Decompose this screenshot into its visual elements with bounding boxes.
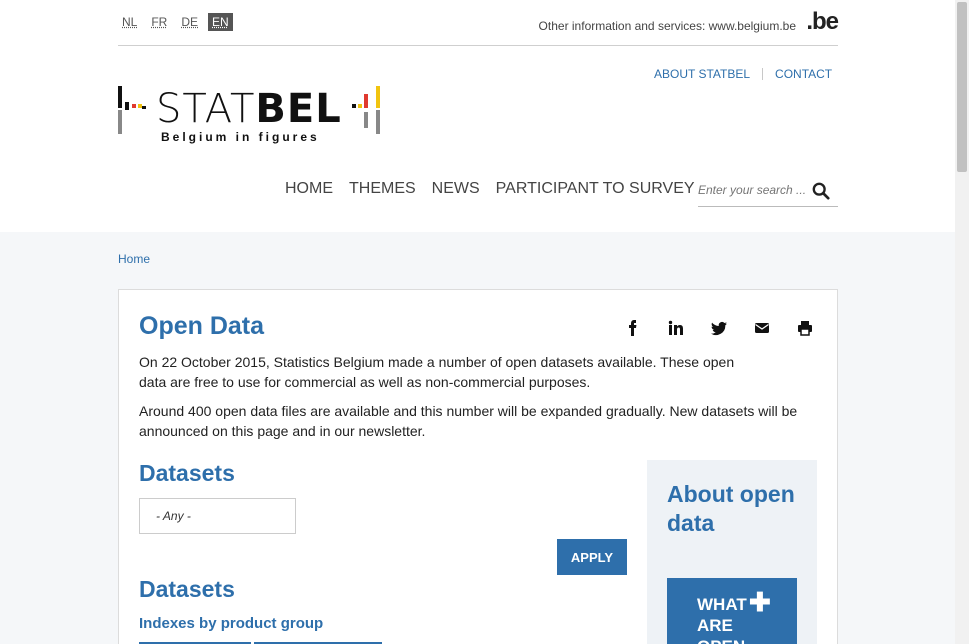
breadcrumb-home[interactable]: Home bbox=[118, 252, 150, 266]
page-title: Open Data bbox=[139, 312, 265, 340]
scrollbar-thumb[interactable] bbox=[957, 2, 967, 172]
facebook-icon[interactable] bbox=[625, 320, 641, 336]
datasets-heading: Datasets bbox=[139, 460, 235, 486]
nav-home[interactable]: HOME bbox=[285, 180, 333, 198]
lang-nl[interactable]: NL bbox=[118, 13, 141, 31]
search-icon[interactable] bbox=[812, 182, 830, 200]
apply-button[interactable]: Apply bbox=[557, 539, 627, 575]
page-scrollbar[interactable] bbox=[955, 0, 969, 644]
datasets-heading-2: Datasets bbox=[139, 576, 235, 602]
top-bar: NL FR DE EN Other information and servic… bbox=[118, 0, 839, 46]
be-logo[interactable]: .be bbox=[806, 8, 839, 36]
belgium-link[interactable]: Other information and services: www.belg… bbox=[539, 19, 796, 33]
intro-paragraph-1: On 22 October 2015, Statistics Belgium m… bbox=[139, 354, 735, 390]
logo-wordmark: STATBEL bbox=[156, 86, 342, 132]
sidebar-title: About open data bbox=[667, 481, 795, 536]
print-icon[interactable] bbox=[797, 320, 813, 336]
nav-participant-to-survey[interactable]: PARTICIPANT TO SURVEY bbox=[496, 180, 695, 198]
secondary-nav: ABOUT STATBEL CONTACT bbox=[654, 67, 832, 81]
nav-themes[interactable]: THEMES bbox=[349, 180, 416, 198]
about-statbel-link[interactable]: ABOUT STATBEL bbox=[654, 67, 750, 81]
nav-separator bbox=[762, 68, 764, 80]
nav-news[interactable]: NEWS bbox=[432, 180, 480, 198]
language-switcher: NL FR DE EN bbox=[118, 13, 233, 31]
main-card: Open Data On 22 October 2015, Statistics… bbox=[118, 289, 838, 644]
main-nav: HOME THEMES NEWS PARTICIPANT TO SURVEY bbox=[285, 180, 695, 198]
sidebar-about-open-data: About open data WHAT ARE OPEN ✚ bbox=[647, 460, 817, 644]
statbel-logo[interactable]: STATBEL Belgium in figures bbox=[118, 84, 388, 148]
plus-icon: ✚ bbox=[749, 587, 771, 617]
dataset-filter-select[interactable]: - Any - bbox=[139, 498, 296, 534]
email-icon[interactable] bbox=[754, 320, 770, 336]
search-input[interactable] bbox=[698, 175, 806, 205]
twitter-icon[interactable] bbox=[711, 320, 727, 336]
search-box bbox=[698, 175, 838, 207]
lang-de[interactable]: DE bbox=[177, 13, 202, 31]
contact-link[interactable]: CONTACT bbox=[775, 67, 832, 81]
dataset-link-indexes[interactable]: Indexes by product group bbox=[139, 615, 323, 632]
lang-en[interactable]: EN bbox=[208, 13, 233, 31]
logo-tagline: Belgium in figures bbox=[161, 130, 320, 144]
intro-paragraph-2: Around 400 open data files are available… bbox=[139, 403, 798, 439]
lang-fr[interactable]: FR bbox=[147, 13, 171, 31]
linkedin-icon[interactable] bbox=[668, 320, 684, 336]
share-bar bbox=[625, 320, 813, 336]
what-are-open-data-button[interactable]: WHAT ARE OPEN ✚ bbox=[667, 578, 797, 644]
